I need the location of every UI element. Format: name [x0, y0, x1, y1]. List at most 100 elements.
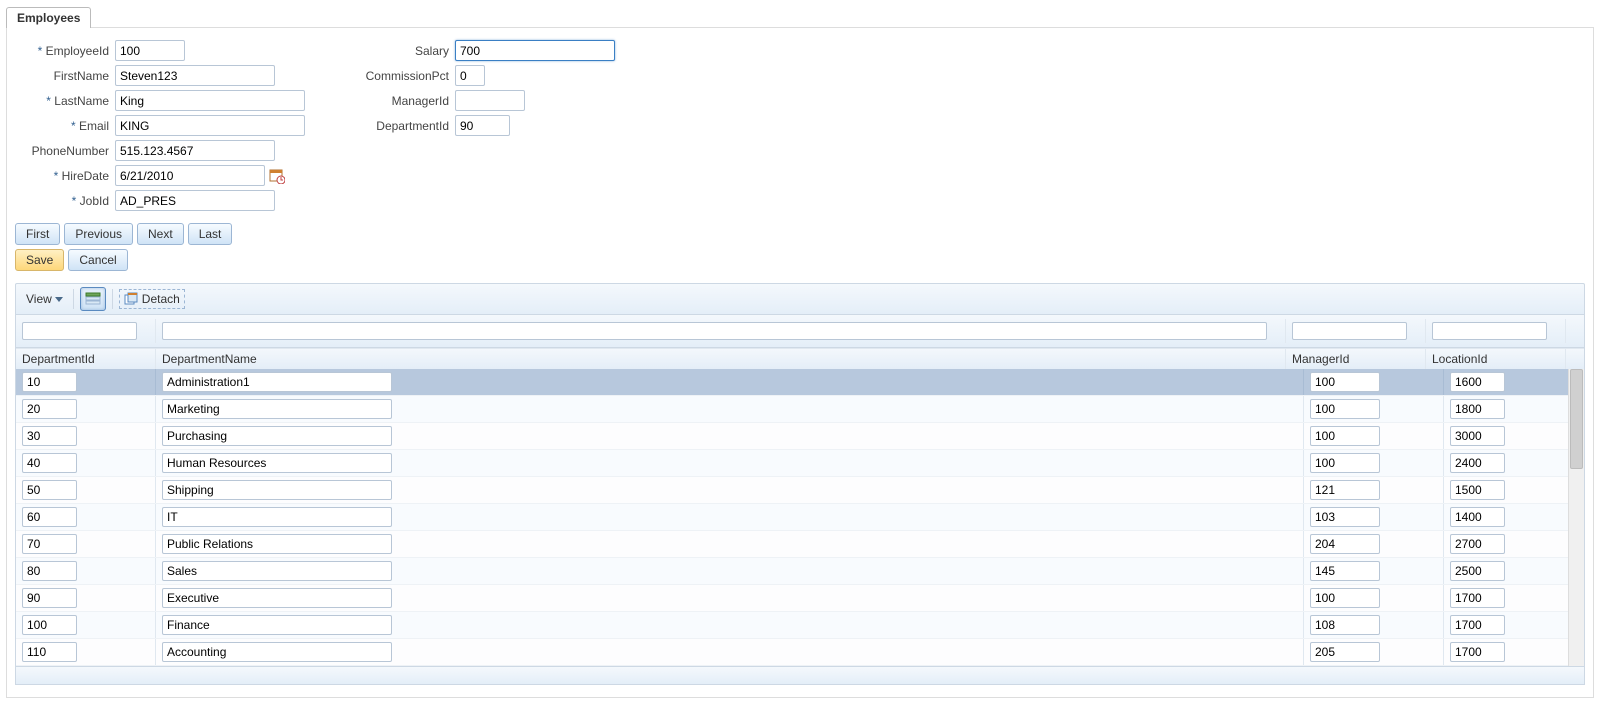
calendar-icon[interactable] — [269, 168, 285, 184]
cell-locationid-input[interactable] — [1450, 561, 1505, 581]
cell-managerid-input[interactable] — [1310, 534, 1380, 554]
cell-locationid-input[interactable] — [1450, 534, 1505, 554]
table-row[interactable] — [16, 477, 1584, 504]
cell-managerid-input[interactable] — [1310, 426, 1380, 446]
lastName-field[interactable] — [115, 90, 305, 111]
filter-managerid-input[interactable] — [1292, 322, 1407, 340]
cell-locationid-input[interactable] — [1450, 453, 1505, 473]
header-locationid[interactable]: LocationId — [1426, 348, 1566, 369]
detach-label: Detach — [142, 292, 180, 306]
phone-field[interactable] — [115, 140, 275, 161]
next-label: Next — [148, 227, 173, 241]
departmentId-field[interactable] — [455, 115, 510, 136]
table-row[interactable] — [16, 504, 1584, 531]
cell-departmentid-input[interactable] — [22, 426, 77, 446]
table-row[interactable] — [16, 369, 1584, 396]
jobId-label: JobId — [15, 194, 115, 208]
cell-departmentname-input[interactable] — [162, 399, 392, 419]
cell-locationid-input[interactable] — [1450, 588, 1505, 608]
cell-departmentname-input[interactable] — [162, 426, 392, 446]
tab-label: Employees — [17, 11, 80, 25]
salary-label: Salary — [345, 44, 455, 58]
cancel-label: Cancel — [79, 253, 116, 267]
dropdown-caret-icon — [55, 297, 63, 302]
vertical-scrollbar[interactable] — [1568, 369, 1584, 666]
cell-departmentid-input[interactable] — [22, 588, 77, 608]
table-row[interactable] — [16, 639, 1584, 666]
cell-departmentid-input[interactable] — [22, 399, 77, 419]
view-label: View — [26, 292, 52, 306]
cell-departmentname-input[interactable] — [162, 588, 392, 608]
cell-departmentname-input[interactable] — [162, 480, 392, 500]
cell-locationid-input[interactable] — [1450, 480, 1505, 500]
employeeId-field[interactable] — [115, 40, 185, 61]
email-field[interactable] — [115, 115, 305, 136]
cell-locationid-input[interactable] — [1450, 426, 1505, 446]
cell-departmentid-input[interactable] — [22, 453, 77, 473]
commissionPct-field[interactable] — [455, 65, 485, 86]
table-row[interactable] — [16, 558, 1584, 585]
previous-button[interactable]: Previous — [64, 223, 133, 245]
cell-managerid-input[interactable] — [1310, 588, 1380, 608]
cell-departmentname-input[interactable] — [162, 561, 392, 581]
header-departmentname[interactable]: DepartmentName — [156, 348, 1286, 369]
table-toolbar: View Detach — [15, 283, 1585, 315]
cancel-button[interactable]: Cancel — [68, 249, 127, 271]
salary-field[interactable] — [455, 40, 615, 61]
jobId-field[interactable] — [115, 190, 275, 211]
next-button[interactable]: Next — [137, 223, 184, 245]
cell-departmentid-input[interactable] — [22, 561, 77, 581]
first-button[interactable]: First — [15, 223, 60, 245]
cell-locationid-input[interactable] — [1450, 399, 1505, 419]
hireDate-field[interactable] — [115, 165, 265, 186]
query-by-example-button[interactable] — [80, 287, 106, 311]
cell-managerid-input[interactable] — [1310, 642, 1380, 662]
last-button[interactable]: Last — [188, 223, 233, 245]
cell-departmentid-input[interactable] — [22, 642, 77, 662]
employeeId-label: EmployeeId — [15, 44, 115, 58]
cell-departmentid-input[interactable] — [22, 372, 77, 392]
table-row[interactable] — [16, 450, 1584, 477]
cell-departmentid-input[interactable] — [22, 615, 77, 635]
phone-label: PhoneNumber — [15, 144, 115, 158]
cell-departmentid-input[interactable] — [22, 534, 77, 554]
header-departmentid[interactable]: DepartmentId — [16, 348, 156, 369]
table-row[interactable] — [16, 531, 1584, 558]
cell-departmentid-input[interactable] — [22, 480, 77, 500]
cell-departmentname-input[interactable] — [162, 642, 392, 662]
cell-departmentid-input[interactable] — [22, 507, 77, 527]
detach-icon — [124, 292, 138, 306]
cell-departmentname-input[interactable] — [162, 615, 392, 635]
cell-locationid-input[interactable] — [1450, 372, 1505, 392]
cell-managerid-input[interactable] — [1310, 507, 1380, 527]
cell-managerid-input[interactable] — [1310, 561, 1380, 581]
cell-departmentname-input[interactable] — [162, 534, 392, 554]
cell-managerid-input[interactable] — [1310, 372, 1380, 392]
cell-managerid-input[interactable] — [1310, 399, 1380, 419]
managerId-field[interactable] — [455, 90, 525, 111]
cell-locationid-input[interactable] — [1450, 507, 1505, 527]
table-row[interactable] — [16, 423, 1584, 450]
cell-departmentname-input[interactable] — [162, 372, 392, 392]
cell-managerid-input[interactable] — [1310, 453, 1380, 473]
firstName-field[interactable] — [115, 65, 275, 86]
cell-departmentname-input[interactable] — [162, 507, 392, 527]
save-button[interactable]: Save — [15, 249, 64, 271]
first-label: First — [26, 227, 49, 241]
table-row[interactable] — [16, 585, 1584, 612]
tab-employees[interactable]: Employees — [6, 7, 91, 28]
cell-departmentname-input[interactable] — [162, 453, 392, 473]
view-menu[interactable]: View — [22, 290, 67, 308]
cell-managerid-input[interactable] — [1310, 615, 1380, 635]
cell-locationid-input[interactable] — [1450, 642, 1505, 662]
scroll-thumb[interactable] — [1570, 369, 1583, 469]
filter-departmentid-input[interactable] — [22, 322, 137, 340]
filter-locationid-input[interactable] — [1432, 322, 1547, 340]
detach-button[interactable]: Detach — [119, 289, 185, 309]
cell-locationid-input[interactable] — [1450, 615, 1505, 635]
filter-departmentname-input[interactable] — [162, 322, 1267, 340]
cell-managerid-input[interactable] — [1310, 480, 1380, 500]
table-row[interactable] — [16, 612, 1584, 639]
header-managerid[interactable]: ManagerId — [1286, 348, 1426, 369]
table-row[interactable] — [16, 396, 1584, 423]
